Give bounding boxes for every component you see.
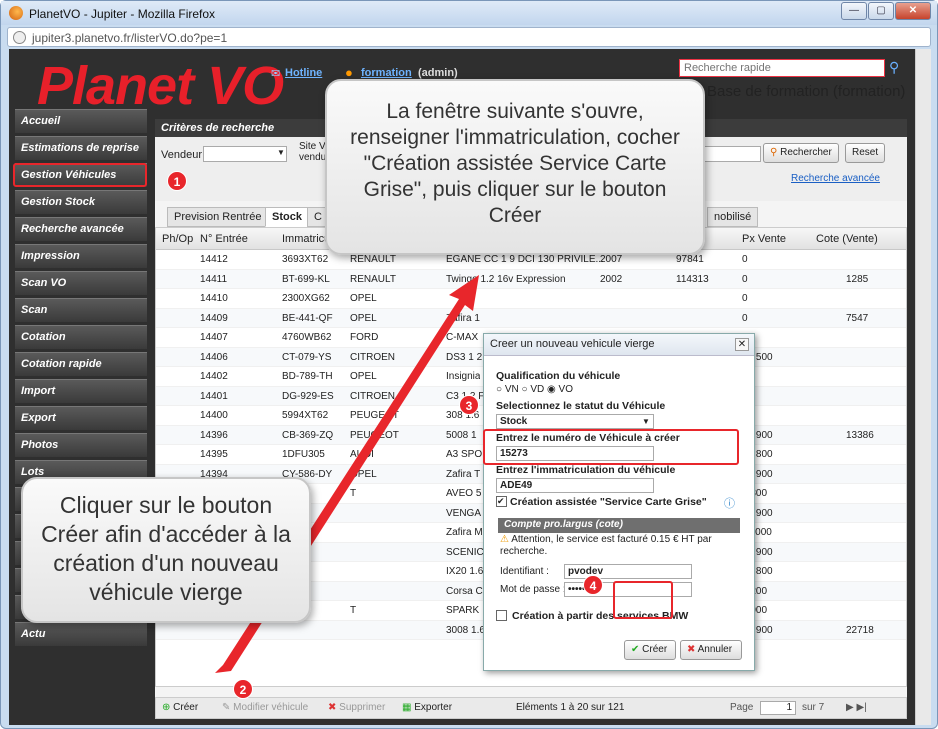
step-badge-3: 3 xyxy=(459,395,479,415)
title-bar: PlanetVO - Jupiter - Mozilla Firefox — ▢… xyxy=(1,1,937,25)
page-viewport: Planet VO ✉ Hotline ● formation (admin) … xyxy=(9,49,931,725)
callout-top: La fenêtre suivante s'ouvre, renseigner … xyxy=(325,79,705,255)
step-badge-1: 1 xyxy=(167,171,187,191)
window-title: PlanetVO - Jupiter - Mozilla Firefox xyxy=(29,7,216,21)
firefox-icon xyxy=(9,6,23,20)
minimize-button[interactable]: — xyxy=(841,2,867,20)
maximize-button[interactable]: ▢ xyxy=(868,2,894,20)
callout-bottom: Cliquer sur le bouton Créer afin d'accéd… xyxy=(21,477,311,623)
url-bar[interactable]: jupiter3.planetvo.fr/listerVO.do?pe=1 xyxy=(7,27,931,47)
step-badge-2: 2 xyxy=(233,679,253,699)
close-button[interactable]: ✕ xyxy=(895,2,931,20)
browser-window: PlanetVO - Jupiter - Mozilla Firefox — ▢… xyxy=(0,0,938,729)
step-badge-4: 4 xyxy=(583,575,603,595)
globe-icon xyxy=(13,31,26,44)
url-text: jupiter3.planetvo.fr/listerVO.do?pe=1 xyxy=(32,31,228,45)
